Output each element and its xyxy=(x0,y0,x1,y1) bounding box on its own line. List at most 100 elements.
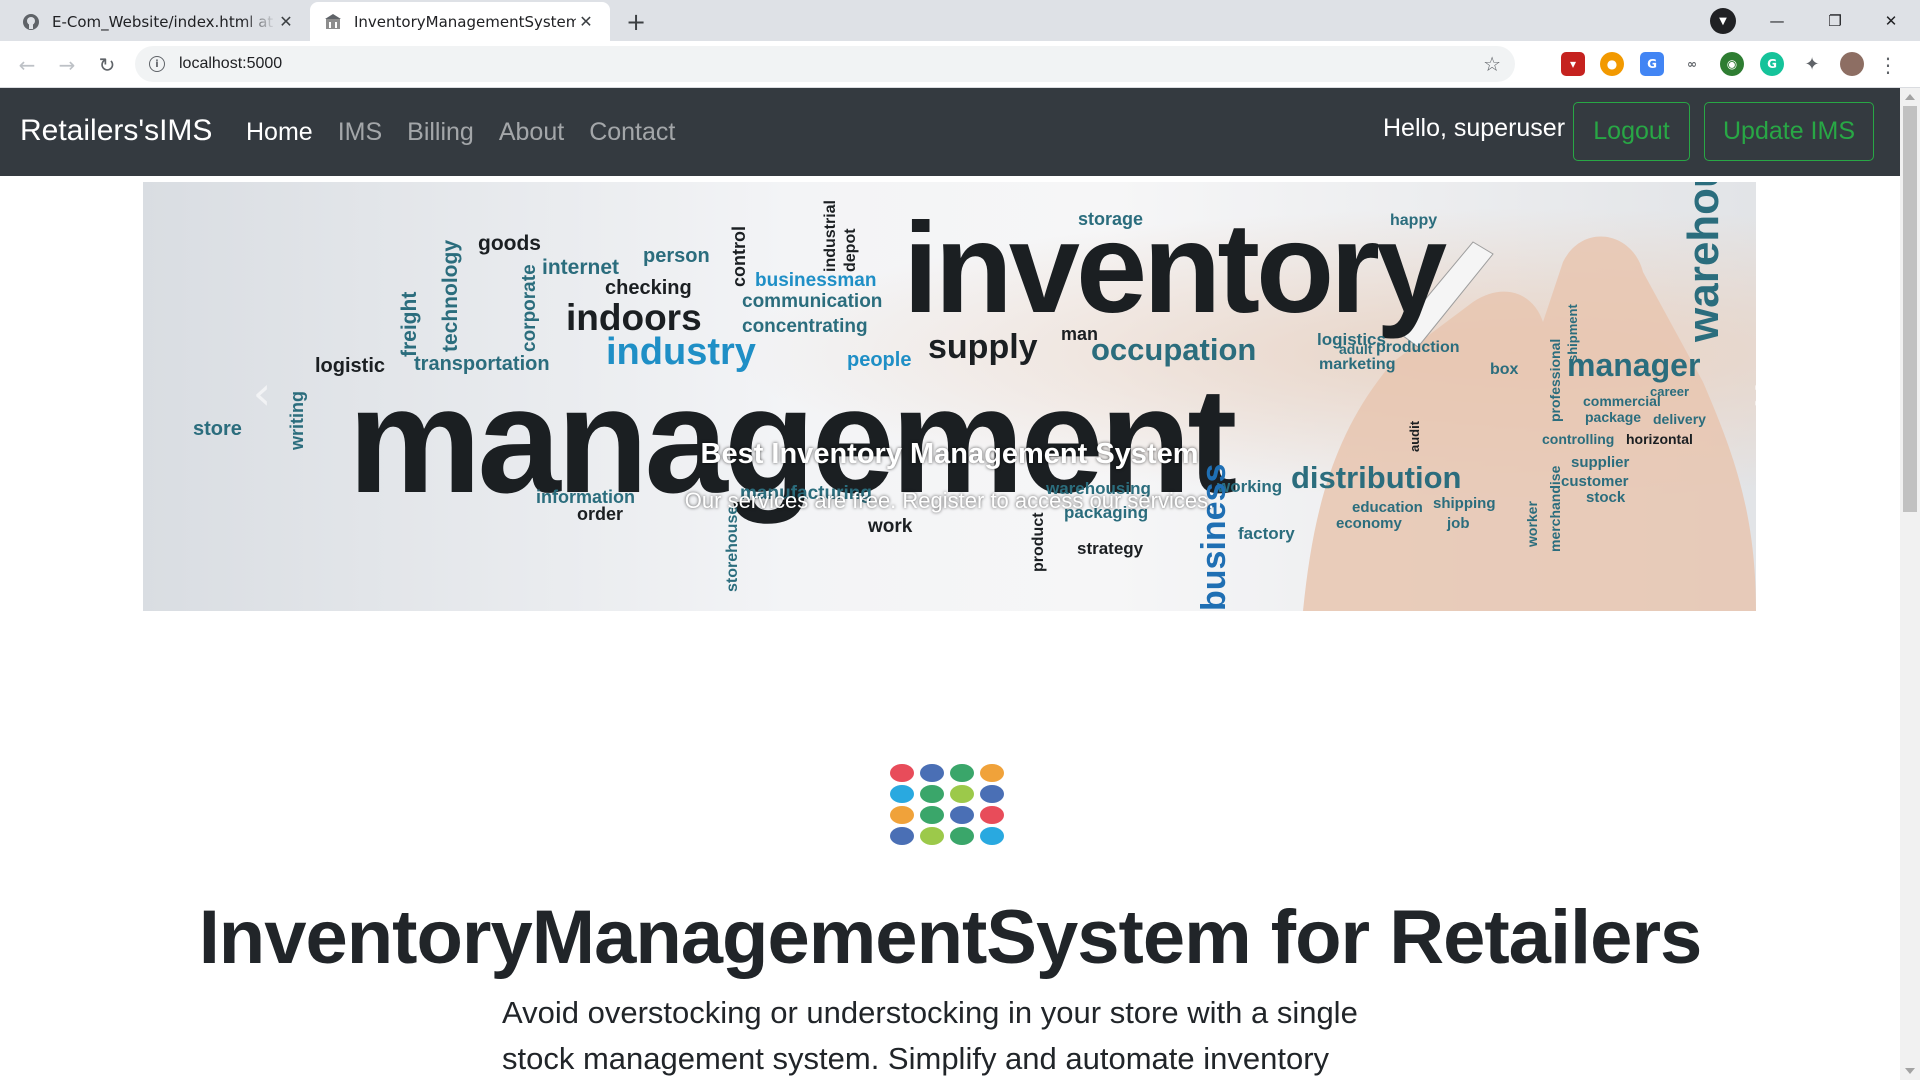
word-cloud-word: marketing xyxy=(1319,356,1395,373)
app-icon-dot xyxy=(950,827,974,845)
logout-button[interactable]: Logout xyxy=(1573,102,1690,161)
carousel-caption-text: Our services are free. Register to acces… xyxy=(684,488,1215,513)
word-cloud-word: delivery xyxy=(1653,411,1706,427)
word-cloud-image: inventorymanagementindustryindoorssupply… xyxy=(193,182,1756,611)
word-cloud-word: person xyxy=(643,245,710,267)
navbar-brand[interactable]: Retailers'sIMS xyxy=(20,114,212,148)
word-cloud-word: job xyxy=(1446,515,1470,532)
lead-paragraph: Avoid overstocking or understocking in y… xyxy=(502,995,1358,1076)
url-text: localhost:5000 xyxy=(179,55,283,72)
word-cloud-word: box xyxy=(1490,361,1519,378)
media-control-icon[interactable]: ▼ xyxy=(1710,8,1736,34)
word-cloud-word: strategy xyxy=(1077,539,1144,558)
word-cloud-word: depot xyxy=(842,228,859,272)
browser-tab-ecom[interactable]: E-Com_Website/index.html at master ✕ xyxy=(8,2,310,41)
new-tab-button[interactable]: + xyxy=(620,6,652,38)
scrollbar-thumb[interactable] xyxy=(1903,106,1917,512)
nav-link-billing[interactable]: Billing xyxy=(407,118,474,147)
word-cloud-word: storehouse xyxy=(724,506,741,592)
nav-link-contact[interactable]: Contact xyxy=(589,118,675,147)
building-icon xyxy=(324,13,342,31)
word-cloud-word: goods xyxy=(478,232,541,255)
forward-icon[interactable]: → xyxy=(52,50,82,80)
word-cloud-word: factory xyxy=(1238,524,1295,543)
word-cloud-word: work xyxy=(867,516,913,537)
site-navbar: Retailers'sIMS Home IMS Billing About Co… xyxy=(0,88,1900,176)
extension-orange-icon[interactable]: ● xyxy=(1600,52,1624,76)
app-icon-dot xyxy=(890,764,914,782)
word-cloud-word: transportation xyxy=(414,353,550,375)
nav-link-ims[interactable]: IMS xyxy=(338,118,382,147)
word-cloud-word: shipment xyxy=(1565,304,1580,362)
nav-link-home[interactable]: Home xyxy=(246,118,313,147)
address-bar[interactable]: i localhost:5000 ☆ xyxy=(135,46,1515,82)
app-icon-dot xyxy=(980,764,1004,782)
word-cloud-word: store xyxy=(193,418,242,440)
word-cloud-word: inventory xyxy=(903,197,1447,340)
word-cloud-word: product xyxy=(1030,512,1047,572)
carousel-prev-icon[interactable]: ‹ xyxy=(247,366,277,420)
browser-tab-title: E-Com_Website/index.html at master xyxy=(52,12,276,31)
word-cloud-word: indoors xyxy=(566,297,702,338)
site-info-icon[interactable]: i xyxy=(149,56,165,72)
close-window-icon[interactable]: ✕ xyxy=(1862,0,1920,41)
word-cloud-word: people xyxy=(847,349,911,371)
navbar-links: Home IMS Billing About Contact xyxy=(246,118,700,147)
close-tab-icon[interactable]: ✕ xyxy=(276,12,296,32)
carousel: inventory management industry indoors supply… xyxy=(143,182,1756,611)
nav-link-about[interactable]: About xyxy=(499,118,564,147)
reload-icon[interactable]: ↻ xyxy=(92,50,122,80)
word-cloud-word: concentrating xyxy=(742,316,868,337)
user-greeting: Hello, superuser xyxy=(1383,114,1566,142)
carousel-caption-title: Best Inventory Management System xyxy=(700,438,1199,470)
extension-link-icon[interactable]: ∞ xyxy=(1680,52,1704,76)
extension-pocket-icon[interactable]: ▾ xyxy=(1561,52,1585,76)
app-icon-dot xyxy=(920,785,944,803)
carousel-next-icon[interactable]: › xyxy=(1745,366,1756,420)
back-icon[interactable]: ← xyxy=(12,50,42,80)
browser-menu-icon[interactable]: ⋮ xyxy=(1878,50,1898,80)
word-cloud-word: package xyxy=(1585,409,1641,425)
word-cloud-word: happy xyxy=(1390,212,1437,229)
word-cloud-word: freight xyxy=(398,292,421,357)
browser-tabstrip: E-Com_Website/index.html at master ✕ Inv… xyxy=(0,0,1920,41)
app-icon-dot xyxy=(950,785,974,803)
app-icons-grid-icon xyxy=(890,764,1004,845)
extension-translate-icon[interactable]: G xyxy=(1640,52,1664,76)
word-cloud-word: supply xyxy=(928,328,1038,366)
extensions-puzzle-icon[interactable]: ✦ xyxy=(1800,52,1824,76)
app-icon-dot xyxy=(920,764,944,782)
word-cloud-word: checking xyxy=(605,277,692,299)
word-cloud-word: businessman xyxy=(755,270,876,291)
profile-avatar[interactable] xyxy=(1840,52,1864,76)
browser-toolbar: ← → ↻ i localhost:5000 ☆ ▾ ● G ∞ ◉ G ✦ ⋮ xyxy=(0,41,1920,88)
scroll-up-icon[interactable] xyxy=(1905,94,1915,100)
extension-globe-icon[interactable]: ◉ xyxy=(1720,52,1744,76)
restore-icon[interactable]: ❐ xyxy=(1806,0,1864,41)
word-cloud-word: professional xyxy=(1547,339,1563,422)
extension-grammarly-icon[interactable]: G xyxy=(1760,52,1784,76)
app-icon-dot xyxy=(950,764,974,782)
github-icon xyxy=(22,13,40,31)
word-cloud-word: storage xyxy=(1078,209,1143,229)
word-cloud-word: man xyxy=(1061,324,1098,344)
app-icon-dot xyxy=(950,806,974,824)
browser-tab-ims[interactable]: InventoryManagementSystem ✕ xyxy=(310,2,610,41)
browser-tab-title: InventoryManagementSystem xyxy=(354,12,576,31)
scroll-down-icon[interactable] xyxy=(1905,1068,1915,1074)
bookmark-star-icon[interactable]: ☆ xyxy=(1483,52,1501,76)
word-cloud-word: business xyxy=(1195,464,1233,611)
app-icon-dot xyxy=(890,785,914,803)
minimize-icon[interactable]: — xyxy=(1748,0,1806,41)
app-icon-dot xyxy=(920,827,944,845)
word-cloud-word: economy xyxy=(1336,515,1403,532)
word-cloud-word: commercial xyxy=(1583,393,1661,409)
word-cloud-word: communication xyxy=(742,291,882,312)
close-tab-icon[interactable]: ✕ xyxy=(576,12,596,32)
word-cloud-word: production xyxy=(1376,339,1460,356)
word-cloud-word: adult xyxy=(1339,341,1373,357)
word-cloud-word: manager xyxy=(1567,347,1700,383)
page-viewport: Retailers'sIMS Home IMS Billing About Co… xyxy=(0,88,1900,1080)
page-scrollbar[interactable] xyxy=(1900,88,1920,1080)
update-ims-button[interactable]: Update IMS xyxy=(1704,102,1874,161)
